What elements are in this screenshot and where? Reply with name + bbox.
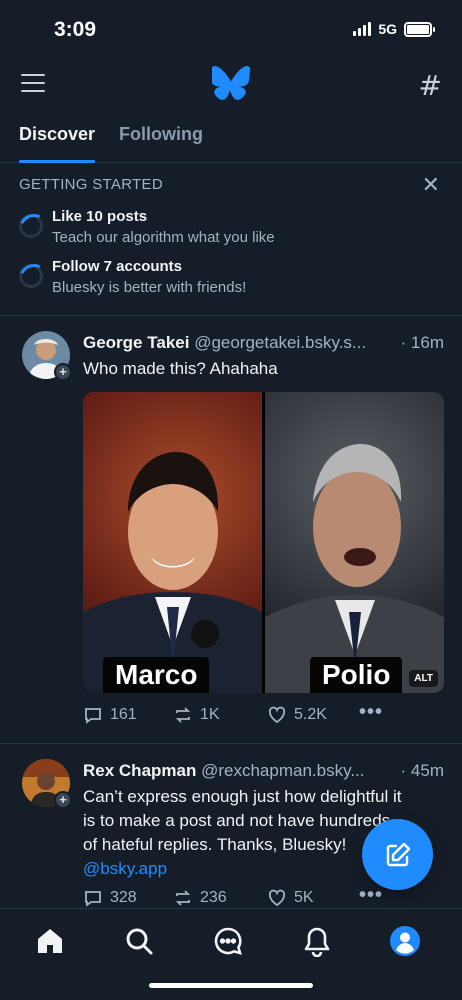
repost-icon	[175, 890, 191, 906]
like-icon	[268, 889, 286, 907]
butterfly-logo-icon[interactable]	[212, 66, 250, 100]
chat-icon[interactable]	[212, 925, 244, 957]
follow-plus-icon[interactable]: +	[54, 363, 72, 381]
search-icon[interactable]	[123, 925, 155, 957]
more-icon[interactable]: •••	[359, 884, 383, 907]
like-count: 5.2K	[294, 706, 327, 723]
post-image-right[interactable]: Polio ALT	[265, 392, 444, 693]
status-bar: 3:09 5G	[0, 0, 462, 60]
hashtag-icon[interactable]: #	[419, 69, 442, 102]
like-button[interactable]: 5K	[267, 888, 314, 908]
menu-icon[interactable]	[21, 74, 45, 92]
status-indicators: 5G	[353, 21, 435, 37]
feed-tabs: Discover Following	[0, 112, 462, 163]
repost-icon	[175, 707, 191, 723]
home-indicator[interactable]	[149, 983, 313, 988]
post-author[interactable]: George Takei @georgetakei.bsky.s...	[83, 333, 444, 353]
like-icon	[268, 706, 286, 724]
post-image-left[interactable]: Marco	[83, 392, 262, 693]
network-label: 5G	[378, 21, 397, 37]
like-button[interactable]: 5.2K	[267, 705, 327, 725]
post-actions: 161 1K 5.2K •••	[83, 701, 444, 729]
top-bar: #	[0, 60, 462, 108]
reply-count: 161	[110, 706, 137, 723]
post-author[interactable]: Rex Chapman @rexchapman.bsky...	[83, 761, 444, 781]
status-time: 3:09	[54, 18, 97, 41]
image-caption: Polio	[310, 657, 403, 693]
repost-button[interactable]: 1K	[173, 705, 220, 725]
handle[interactable]: @rexchapman.bsky...	[201, 761, 364, 780]
task-title: Follow 7 accounts	[52, 258, 183, 275]
progress-ring-icon	[19, 214, 43, 238]
image-caption: Marco	[103, 657, 210, 693]
progress-ring-icon	[19, 264, 43, 288]
tab-following[interactable]: Following	[119, 124, 203, 145]
portrait-illustration	[265, 444, 444, 693]
task-title: Like 10 posts	[52, 208, 148, 225]
alt-badge[interactable]: ALT	[409, 670, 438, 687]
post-time[interactable]: · 16m	[396, 333, 444, 353]
repost-count: 236	[200, 889, 227, 906]
reply-button[interactable]: 328	[83, 888, 137, 908]
signal-icon	[353, 22, 372, 36]
getting-started-card: GETTING STARTED ✕ Like 10 posts Teach ou…	[0, 163, 462, 316]
repost-count: 1K	[200, 706, 220, 723]
like-count: 5K	[294, 889, 314, 906]
compose-icon	[386, 842, 410, 866]
task-like-posts[interactable]: Like 10 posts Teach our algorithm what y…	[19, 208, 439, 252]
task-follow-accounts[interactable]: Follow 7 accounts Bluesky is better with…	[19, 258, 439, 302]
getting-started-title: GETTING STARTED	[19, 176, 163, 193]
post-image-grid[interactable]: Marco Polio ALT	[83, 392, 444, 693]
display-name[interactable]: George Takei	[83, 333, 189, 352]
profile-icon[interactable]	[389, 925, 421, 957]
post-text-line: Can’t express enough just how delightful…	[83, 787, 402, 806]
follow-plus-icon[interactable]: +	[54, 791, 72, 809]
reply-icon	[85, 708, 101, 724]
battery-icon	[404, 21, 435, 37]
reply-button[interactable]: 161	[83, 705, 137, 725]
handle[interactable]: @georgetakei.bsky.s...	[194, 333, 366, 352]
post-time[interactable]: · 45m	[396, 761, 444, 781]
bell-icon[interactable]	[301, 925, 333, 957]
post-text: Who made this? Ahahaha	[83, 359, 278, 378]
task-subtitle: Bluesky is better with friends!	[52, 279, 247, 296]
compose-button[interactable]	[362, 819, 433, 890]
repost-button[interactable]: 236	[173, 888, 227, 908]
display-name[interactable]: Rex Chapman	[83, 761, 196, 780]
tab-discover[interactable]: Discover	[19, 124, 95, 145]
portrait-illustration	[83, 452, 262, 693]
home-icon[interactable]	[34, 925, 66, 957]
more-icon[interactable]: •••	[359, 701, 383, 724]
task-subtitle: Teach our algorithm what you like	[52, 229, 275, 246]
close-icon[interactable]: ✕	[422, 173, 440, 198]
reply-icon	[85, 891, 101, 907]
reply-count: 328	[110, 889, 137, 906]
